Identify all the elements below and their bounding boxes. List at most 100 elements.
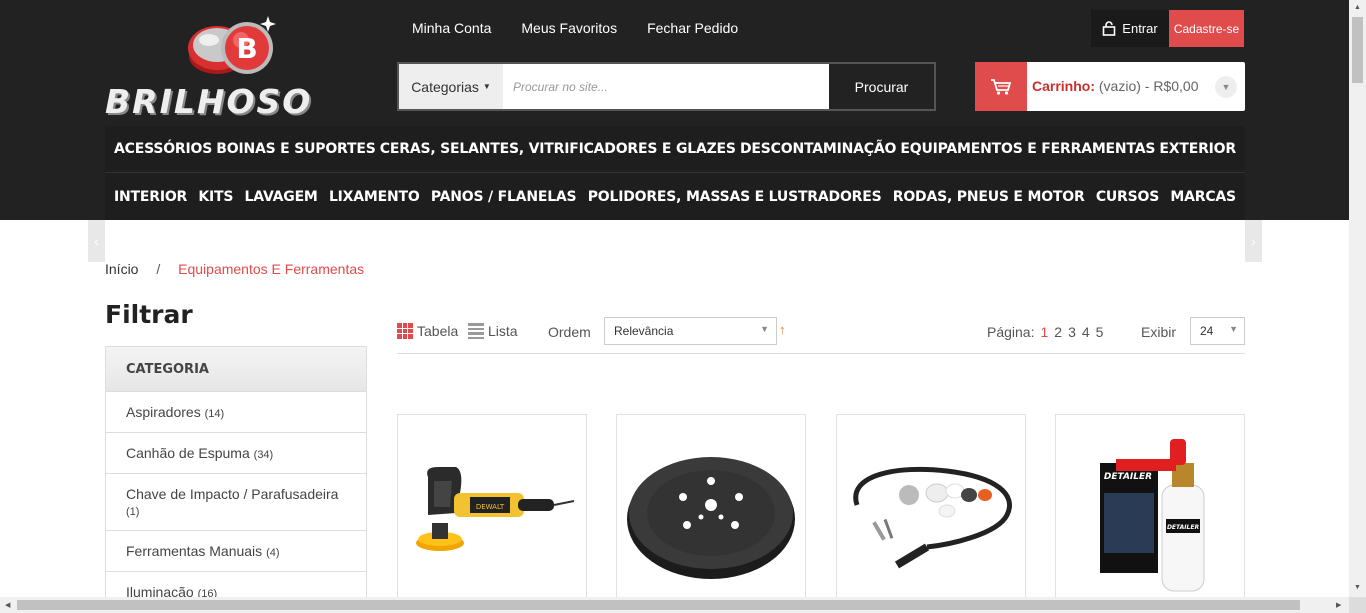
checkout-link[interactable]: Fechar Pedido — [647, 20, 738, 36]
caret-down-icon: ▼ — [1229, 324, 1238, 334]
brand-name: BRILHOSO — [105, 82, 313, 121]
category-nav-primary: ACESSÓRIOS BOINAS E SUPORTES CERAS, SELA… — [105, 126, 1245, 173]
search-button[interactable]: Procurar — [829, 64, 934, 109]
nav-ceras[interactable]: CERAS, SELANTES, VITRIFICADORES E GLAZES — [380, 141, 736, 157]
my-account-link[interactable]: Minha Conta — [412, 20, 491, 36]
search-input[interactable] — [505, 64, 827, 109]
order-value: Relevância — [614, 324, 674, 338]
category-dropdown-label: Categorias — [411, 78, 479, 95]
category-dropdown[interactable]: Categorias ▼ — [399, 64, 503, 109]
scrollbar-corner — [1349, 597, 1366, 613]
login-button[interactable]: Entrar — [1091, 10, 1169, 47]
scroll-down-icon[interactable]: ▼ — [1354, 584, 1361, 591]
filter-item-label: Canhão de Espuma — [126, 445, 250, 461]
logo-letter: B — [236, 32, 257, 65]
carousel-next-arrow-icon[interactable]: › — [1245, 220, 1262, 262]
cart-dropdown-icon[interactable]: ▼ — [1215, 76, 1237, 98]
nav-kits[interactable]: KITS — [198, 189, 233, 205]
polisher-machine-icon: DEWALT — [416, 467, 575, 551]
category-filter: CATEGORIA Aspiradores (14) Canhão de Esp… — [105, 346, 367, 606]
search-bar: Categorias ▼ Procurar — [397, 62, 936, 111]
shopping-cart-icon — [991, 78, 1012, 95]
cart-label: Carrinho: — [1032, 78, 1095, 94]
caret-down-icon: ▼ — [482, 82, 491, 91]
filter-item-label: Aspiradores — [126, 404, 201, 420]
view-list-button[interactable]: Lista — [468, 323, 518, 339]
page-link-1[interactable]: 1 — [1040, 324, 1048, 340]
nav-interior[interactable]: INTERIOR — [114, 189, 187, 205]
list-view-icon — [468, 323, 484, 339]
nav-equipamentos[interactable]: EQUIPAMENTOS E FERRAMENTAS — [900, 141, 1155, 157]
login-label: Entrar — [1122, 21, 1158, 36]
filter-item-canhao[interactable]: Canhão de Espuma (34) — [106, 433, 366, 474]
site-header: B BRILHOSO Minha Conta Meus Favoritos Fe… — [0, 0, 1349, 220]
svg-text:DEWALT: DEWALT — [476, 503, 505, 511]
product-card[interactable] — [616, 414, 806, 599]
signup-button[interactable]: Cadastre-se — [1169, 10, 1244, 47]
nav-marcas[interactable]: MARCAS — [1170, 189, 1236, 205]
page-link-2[interactable]: 2 — [1054, 324, 1062, 340]
category-nav-secondary: INTERIOR KITS LAVAGEM LIXAMENTO PANOS / … — [105, 173, 1245, 220]
filter-item-label: Chave de Impacto / Parafusadeira — [126, 486, 339, 502]
detailer-box-label: DETAILER — [1104, 472, 1152, 482]
order-label: Ordem — [548, 324, 591, 340]
cart-status: (vazio) - R$0,00 — [1098, 78, 1199, 94]
filter-item-count: (1) — [126, 506, 140, 518]
nav-panos[interactable]: PANOS / FLANELAS — [431, 189, 577, 205]
nav-lixamento[interactable]: LIXAMENTO — [329, 189, 420, 205]
nav-acessorios[interactable]: ACESSÓRIOS — [114, 141, 212, 157]
lock-icon — [1102, 21, 1116, 36]
filter-title: Filtrar — [105, 300, 193, 329]
carousel-prev-arrow-icon[interactable]: ‹ — [88, 220, 105, 262]
vertical-scrollbar[interactable]: ▲ ▼ — [1349, 0, 1366, 597]
filter-heading[interactable]: CATEGORIA — [106, 347, 366, 392]
page-link-5[interactable]: 5 — [1096, 324, 1104, 340]
nav-boinas[interactable]: BOINAS E SUPORTES — [216, 141, 375, 157]
brand-logo[interactable]: B BRILHOSO — [105, 12, 370, 121]
filter-item-ferramentas[interactable]: Ferramentas Manuais (4) — [106, 531, 366, 572]
nav-rodas[interactable]: RODAS, PNEUS E MOTOR — [893, 189, 1085, 205]
filter-item-label: Ferramentas Manuais — [126, 543, 263, 559]
product-card[interactable]: DEWALT — [397, 414, 587, 599]
flexible-shaft-kit-icon — [853, 466, 1012, 569]
filter-item-count: (14) — [204, 408, 225, 420]
page-size-select[interactable]: 24 ▼ — [1190, 317, 1245, 345]
backing-pad-icon — [627, 457, 795, 579]
pagination: Página: 1 2 3 4 5 — [987, 324, 1103, 340]
page-size-value: 24 — [1200, 324, 1214, 338]
listing-toolbar: Tabela Lista Ordem Relevância ▼ ↑ Página… — [397, 317, 1245, 354]
scroll-up-icon[interactable]: ▲ — [1354, 4, 1361, 11]
filter-item-count: (34) — [253, 449, 274, 461]
filter-item-aspiradores[interactable]: Aspiradores (14) — [106, 392, 366, 433]
view-table-button[interactable]: Tabela — [397, 323, 458, 339]
product-card[interactable] — [836, 414, 1026, 599]
horizontal-scrollbar[interactable]: ◀ ▶ — [0, 597, 1349, 613]
horizontal-scroll-thumb[interactable] — [17, 600, 1300, 610]
filter-item-chave[interactable]: Chave de Impacto / Parafusadeira (1) — [106, 474, 366, 531]
nav-exterior[interactable]: EXTERIOR — [1159, 141, 1236, 157]
view-table-label: Tabela — [417, 323, 459, 339]
scroll-left-icon[interactable]: ◀ — [5, 601, 10, 609]
breadcrumb-current[interactable]: Equipamentos E Ferramentas — [178, 261, 364, 277]
favorites-link[interactable]: Meus Favoritos — [521, 20, 617, 36]
scroll-right-icon[interactable]: ▶ — [1336, 601, 1341, 609]
product-card[interactable]: DETAILER DETAILER — [1055, 414, 1245, 599]
account-links: Minha Conta Meus Favoritos Fechar Pedido — [412, 20, 738, 36]
cart-summary: Carrinho: (vazio) - R$0,00 — [1032, 78, 1198, 94]
view-list-label: Lista — [488, 323, 518, 339]
nav-descontaminacao[interactable]: DESCONTAMINAÇÃO — [740, 141, 896, 157]
nav-cursos[interactable]: CURSOS — [1096, 189, 1159, 205]
order-select[interactable]: Relevância ▼ — [604, 317, 777, 345]
caret-down-icon: ▼ — [760, 324, 769, 334]
page-link-4[interactable]: 4 — [1082, 324, 1090, 340]
logo-emblem-icon: B — [188, 16, 276, 74]
breadcrumb: Início / Equipamentos E Ferramentas — [105, 261, 364, 277]
nav-lavagem[interactable]: LAVAGEM — [245, 189, 318, 205]
cart-widget[interactable]: Carrinho: (vazio) - R$0,00 ▼ — [975, 62, 1245, 111]
breadcrumb-home[interactable]: Início — [105, 261, 138, 277]
vertical-scroll-thumb[interactable] — [1352, 17, 1363, 83]
nav-polidores[interactable]: POLIDORES, MASSAS E LUSTRADORES — [588, 189, 882, 205]
sort-direction-icon[interactable]: ↑ — [779, 322, 786, 337]
page-link-3[interactable]: 3 — [1068, 324, 1076, 340]
grid-view-icon — [397, 323, 413, 339]
